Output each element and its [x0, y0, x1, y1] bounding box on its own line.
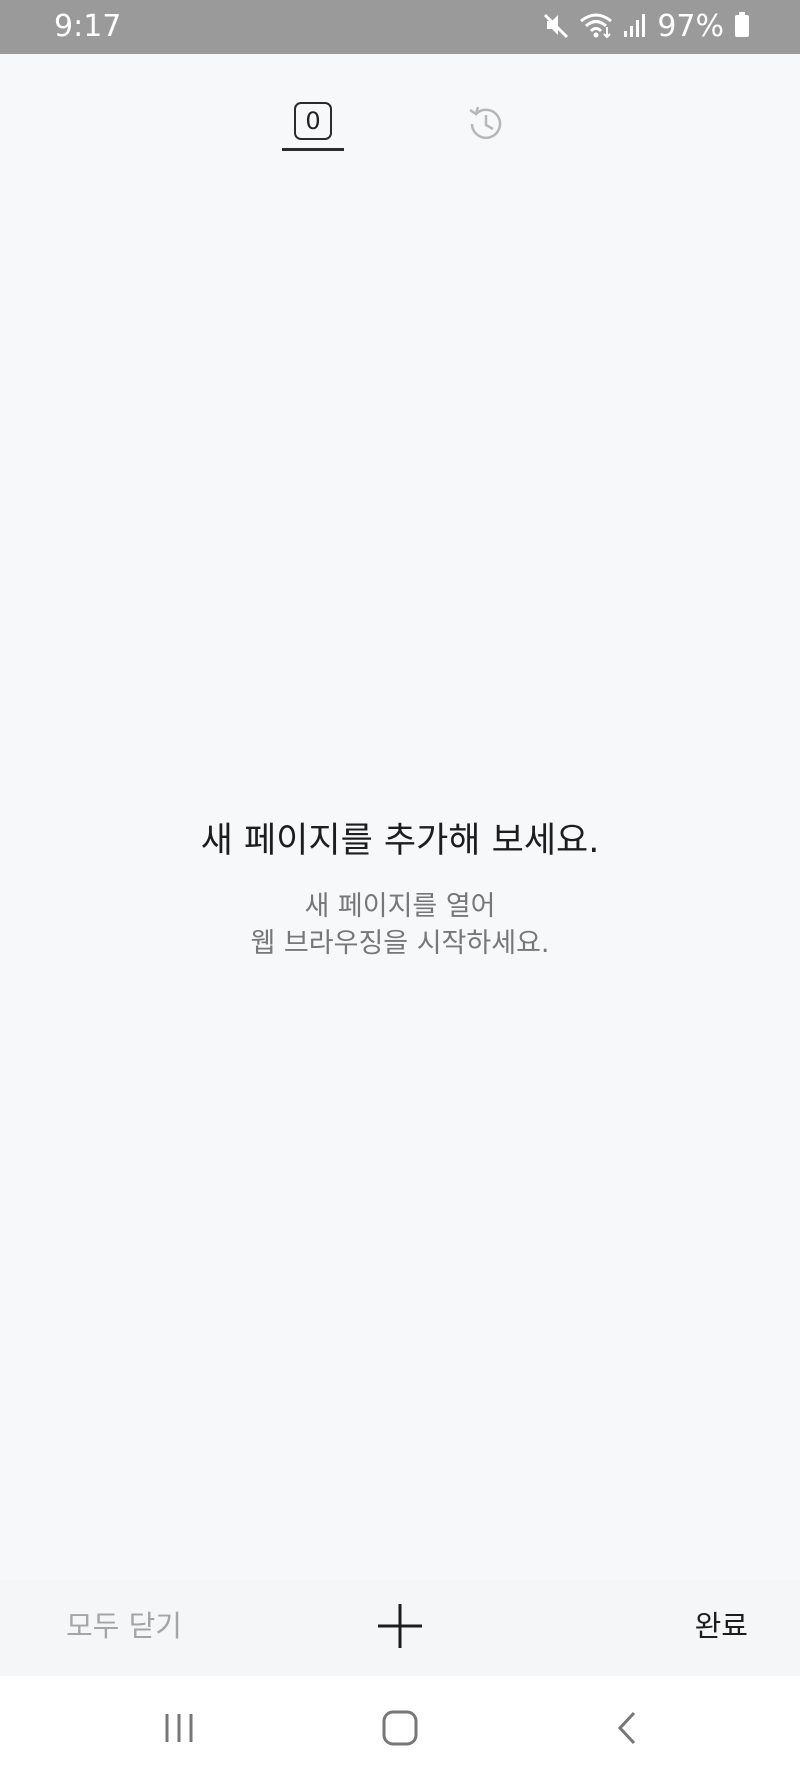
- active-tab-indicator: [282, 148, 344, 151]
- empty-state-title: 새 페이지를 추가해 보세요.: [200, 821, 600, 861]
- battery-percentage: 97%: [657, 9, 724, 44]
- tab-manager-screen: 9:17 97% 0 새 페이지를 추가해 보세요. 새 페이지를 열어 웹 브…: [0, 0, 800, 1778]
- plus-icon: [378, 1604, 422, 1648]
- home-icon: [382, 1710, 418, 1746]
- tab-history[interactable]: [462, 98, 510, 150]
- status-time: 9:17: [54, 9, 122, 44]
- tab-count: 0: [305, 107, 321, 135]
- battery-icon: [734, 11, 750, 43]
- close-all-button[interactable]: 모두 닫기: [66, 1606, 182, 1646]
- bottom-toolbar: 모두 닫기 완료: [0, 1580, 800, 1676]
- back-icon: [617, 1711, 636, 1745]
- empty-state-subtitle-line2: 웹 브라우징을 시작하세요.: [250, 928, 550, 959]
- mute-icon: [543, 11, 569, 43]
- empty-state-subtitle-line1: 새 페이지를 열어: [304, 891, 496, 922]
- tabs-count-icon: 0: [294, 102, 332, 140]
- wifi-icon: [579, 11, 613, 43]
- done-button[interactable]: 완료: [695, 1606, 748, 1646]
- new-tab-button[interactable]: [376, 1602, 424, 1650]
- signal-icon: [623, 11, 647, 43]
- system-nav-bar: [0, 1676, 800, 1778]
- empty-state-subtitle: 새 페이지를 열어 웹 브라우징을 시작하세요.: [0, 888, 800, 962]
- tab-open-tabs[interactable]: 0: [280, 96, 346, 152]
- back-button[interactable]: [599, 1700, 655, 1756]
- history-icon: [469, 106, 502, 140]
- home-button[interactable]: [372, 1700, 428, 1756]
- status-icons: 97%: [543, 10, 750, 44]
- status-bar: 9:17 97%: [0, 0, 800, 54]
- recent-apps-icon: [165, 1714, 193, 1742]
- recent-apps-button[interactable]: [151, 1700, 207, 1756]
